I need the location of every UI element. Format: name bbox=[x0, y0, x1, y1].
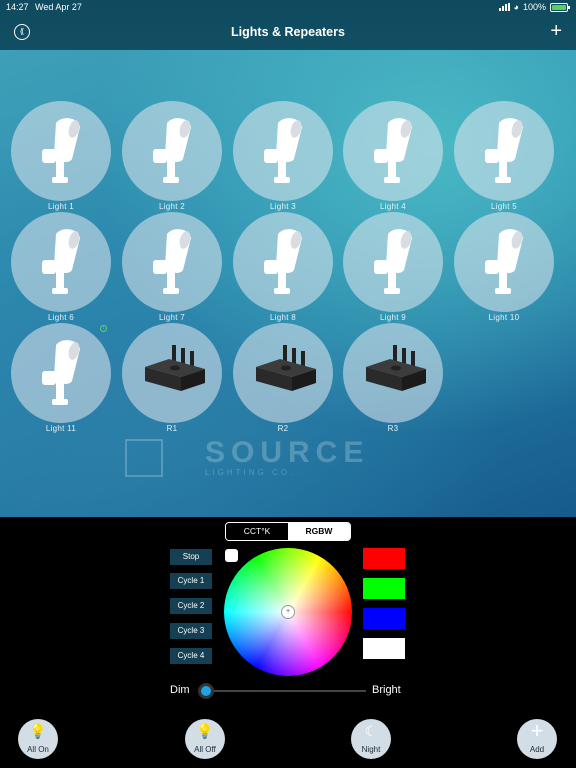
dim-label: Dim bbox=[170, 684, 190, 696]
cycle-4-button[interactable]: Cycle 4 bbox=[170, 648, 212, 664]
plus-icon: + bbox=[530, 718, 544, 743]
tab-cct[interactable]: CCT°K bbox=[226, 523, 288, 540]
cycle-1-button[interactable]: Cycle 1 bbox=[170, 573, 212, 589]
repeater-tile[interactable]: R3 bbox=[343, 323, 443, 433]
add-label: Add bbox=[529, 745, 545, 754]
white-swatch[interactable] bbox=[363, 638, 405, 659]
color-wheel[interactable]: + bbox=[224, 548, 352, 676]
all-on-button[interactable]: 💡 All On bbox=[18, 719, 58, 759]
moon-icon: ☾ bbox=[364, 723, 378, 739]
spotlight-icon bbox=[374, 118, 412, 183]
all-off-button[interactable]: 💡 All Off bbox=[185, 719, 225, 759]
cellular-signal-icon bbox=[498, 3, 510, 11]
status-time: 14:27 bbox=[6, 2, 29, 12]
cycle-2-button[interactable]: Cycle 2 bbox=[170, 598, 212, 614]
red-swatch[interactable] bbox=[363, 548, 405, 569]
color-wheel-handle[interactable]: + bbox=[281, 605, 295, 619]
stop-button[interactable]: Stop bbox=[170, 549, 212, 565]
app-root: 14:27 Wed Apr 27 ◕ 100% ⟪ Lights & Repea… bbox=[0, 0, 576, 768]
device-label: Light 7 bbox=[158, 313, 186, 322]
light-on-icon: 💡 bbox=[29, 723, 47, 739]
repeater-tile[interactable]: R1 bbox=[122, 323, 222, 433]
repeater-tile[interactable]: R2 bbox=[233, 323, 333, 433]
light-tile[interactable]: Light 10 bbox=[454, 212, 554, 322]
light-tile[interactable]: Light 1 bbox=[11, 101, 111, 211]
watermark-logo-box bbox=[125, 439, 163, 477]
device-label: Light 10 bbox=[488, 313, 520, 322]
all-off-label: All Off bbox=[194, 745, 216, 754]
mode-segmented-control: CCT°K RGBW bbox=[225, 522, 351, 541]
night-label: Night bbox=[361, 745, 381, 754]
spotlight-icon bbox=[153, 118, 191, 183]
green-swatch[interactable] bbox=[363, 578, 405, 599]
add-device-button[interactable]: + bbox=[550, 20, 562, 42]
source-lighting-watermark: SOURCE LIGHTING CO. bbox=[125, 434, 455, 484]
status-date: Wed Apr 27 bbox=[35, 2, 82, 12]
device-label: Light 4 bbox=[379, 202, 407, 211]
device-label: R2 bbox=[277, 424, 289, 433]
blue-swatch[interactable] bbox=[363, 608, 405, 629]
device-label: Light 9 bbox=[379, 313, 407, 322]
spotlight-icon bbox=[42, 229, 80, 294]
light-tile[interactable]: Light 2 bbox=[122, 101, 222, 211]
repeater-icon bbox=[366, 345, 426, 391]
repeater-icon bbox=[145, 345, 205, 391]
light-tile[interactable]: Light 7 bbox=[122, 212, 222, 322]
status-indicators: ◕ 100% bbox=[498, 2, 570, 12]
brightness-slider[interactable] bbox=[198, 683, 366, 699]
battery-icon bbox=[550, 2, 570, 12]
spotlight-icon bbox=[485, 118, 523, 183]
spotlight-icon bbox=[264, 229, 302, 294]
device-label: Light 1 bbox=[47, 202, 75, 211]
device-label: Light 2 bbox=[158, 202, 186, 211]
light-tile[interactable]: Light 11 bbox=[11, 323, 111, 433]
light-tile[interactable]: Light 9 bbox=[343, 212, 443, 322]
page-title: Lights & Repeaters bbox=[231, 25, 345, 39]
light-tile[interactable]: Light 4 bbox=[343, 101, 443, 211]
light-tile[interactable]: Light 8 bbox=[233, 212, 333, 322]
repeater-icon bbox=[256, 345, 316, 391]
tab-rgbw[interactable]: RGBW bbox=[288, 523, 350, 540]
device-grid-area: SOURCE LIGHTING CO. Light 1 Light 2 Ligh… bbox=[0, 50, 576, 517]
night-button[interactable]: ☾ Night bbox=[351, 719, 391, 759]
light-off-icon: 💡 bbox=[196, 723, 214, 739]
add-button[interactable]: + Add bbox=[517, 719, 557, 759]
device-label: Light 6 bbox=[47, 313, 75, 322]
battery-fill bbox=[552, 4, 566, 10]
light-tile[interactable]: Light 6 bbox=[11, 212, 111, 322]
all-on-label: All On bbox=[27, 745, 49, 754]
info-indicator-icon: i bbox=[100, 325, 107, 332]
cycle-3-button[interactable]: Cycle 3 bbox=[170, 623, 212, 639]
white-preset-swatch[interactable] bbox=[225, 549, 238, 562]
device-label: R1 bbox=[166, 424, 178, 433]
color-control-panel: CCT°K RGBW Stop Cycle 1 Cycle 2 Cycle 3 … bbox=[0, 517, 576, 768]
device-label: Light 8 bbox=[269, 313, 297, 322]
bright-label: Bright bbox=[372, 684, 401, 696]
light-tile[interactable]: Light 5 bbox=[454, 101, 554, 211]
wifi-icon: ◕ bbox=[513, 2, 519, 12]
device-label: Light 11 bbox=[45, 424, 77, 433]
battery-percent: 100% bbox=[522, 2, 546, 12]
header-bar: 14:27 Wed Apr 27 ◕ 100% ⟪ Lights & Repea… bbox=[0, 0, 576, 50]
brightness-slider-thumb[interactable] bbox=[198, 683, 214, 699]
spotlight-icon bbox=[264, 118, 302, 183]
spotlight-icon bbox=[42, 118, 80, 183]
light-tile[interactable]: Light 3 bbox=[233, 101, 333, 211]
spotlight-icon bbox=[153, 229, 191, 294]
spotlight-icon bbox=[485, 229, 523, 294]
spotlight-icon bbox=[374, 229, 412, 294]
device-label: Light 3 bbox=[269, 202, 297, 211]
watermark-sub: LIGHTING CO. bbox=[205, 468, 296, 477]
spotlight-icon bbox=[42, 340, 80, 405]
device-label: Light 5 bbox=[490, 202, 518, 211]
watermark-brand: SOURCE bbox=[205, 436, 370, 469]
device-label: R3 bbox=[387, 424, 399, 433]
